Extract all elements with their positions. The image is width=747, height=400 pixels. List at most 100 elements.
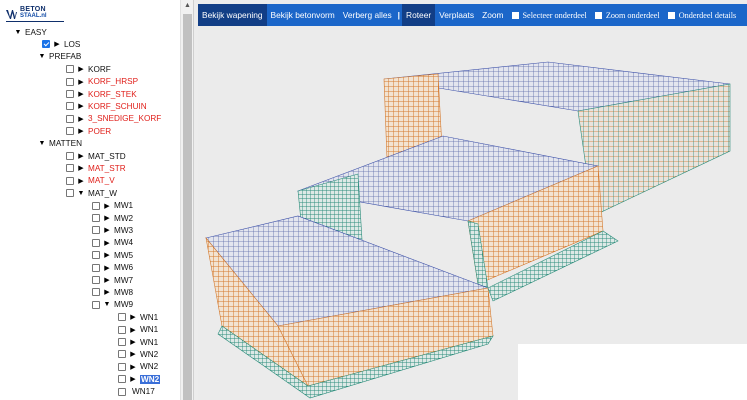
tree-item[interactable]: ▶ MW3 [92, 224, 133, 236]
betonstaal-logo[interactable]: BETON STAAL.nl [6, 5, 64, 22]
tree-item-label[interactable]: PREFAB [49, 52, 81, 61]
tree-item-label[interactable]: MAT_STD [88, 152, 126, 161]
view-concrete-button[interactable]: Bekijk betonvorm [267, 4, 339, 26]
collapsed-caret-icon[interactable]: ▶ [103, 226, 111, 234]
rotate-button[interactable]: Roteer [402, 4, 436, 26]
tree-item-label[interactable]: MW6 [114, 263, 133, 272]
tree-item-label[interactable]: 3_SNEDIGE_KORF [88, 114, 161, 123]
tree-item-label[interactable]: KORF_HRSP [88, 77, 138, 86]
tree-item[interactable]: ▼ MAT_W [66, 187, 117, 199]
tree-item-checkbox[interactable] [92, 300, 100, 309]
tree-item-checkbox[interactable] [66, 90, 74, 98]
tree-item[interactable]: ▶ 3_SNEDIGE_KORF [66, 113, 161, 125]
tree-item-label[interactable]: EASY [25, 28, 47, 37]
expanded-caret-icon[interactable]: ▼ [77, 190, 85, 197]
tree-item[interactable]: ▶ MW5 [92, 249, 133, 261]
tree-item-checkbox[interactable] [118, 325, 126, 334]
collapsed-caret-icon[interactable]: ▶ [129, 363, 137, 371]
scrollbar-thumb[interactable] [183, 14, 192, 400]
tree-item-checkbox[interactable] [92, 214, 100, 222]
tree-item[interactable]: ▼ MW9 [92, 299, 133, 311]
collapsed-caret-icon[interactable]: ▶ [103, 239, 111, 247]
collapsed-caret-icon[interactable]: ▶ [103, 264, 111, 272]
tree-item-checkbox[interactable] [118, 313, 126, 322]
collapsed-caret-icon[interactable]: ▶ [129, 375, 137, 383]
tree-item-checkbox[interactable] [66, 152, 74, 160]
tree-item-label[interactable]: POER [88, 127, 111, 136]
collapsed-caret-icon[interactable]: ▶ [77, 90, 85, 98]
tree-item[interactable]: ▶ KORF_STEK [66, 88, 137, 100]
collapsed-caret-icon[interactable]: ▶ [103, 251, 111, 259]
tree-item-checkbox[interactable] [92, 288, 100, 297]
tree-item-checkbox[interactable] [92, 276, 100, 284]
part-details-checkbox[interactable]: Onderdeel details [664, 4, 741, 26]
collapsed-caret-icon[interactable]: ▶ [77, 65, 85, 73]
tree-item-label[interactable]: MW2 [114, 214, 133, 223]
tree-item[interactable]: ▶ WN1 [118, 311, 158, 323]
sidebar-scrollbar[interactable]: ▲ [180, 0, 193, 400]
tree-item-label[interactable]: MAT_V [88, 176, 115, 185]
tree-item-label[interactable]: MW1 [114, 201, 133, 210]
tree-item-label[interactable]: WN1 [140, 325, 158, 334]
collapsed-caret-icon[interactable]: ▶ [77, 78, 85, 86]
tree-item[interactable]: ▼ EASY [14, 26, 47, 38]
collapsed-caret-icon[interactable]: ▶ [103, 202, 111, 210]
expanded-caret-icon[interactable]: ▼ [38, 53, 46, 60]
tree-item[interactable]: ▶ WN2 [118, 361, 158, 373]
tree-item-label[interactable]: MATTEN [49, 139, 82, 148]
tree-item-checkbox[interactable] [92, 263, 100, 272]
tree-item-label[interactable]: MW9 [114, 300, 133, 309]
tree-item-checkbox[interactable] [92, 238, 100, 247]
tree-item-checkbox[interactable] [118, 387, 126, 396]
tree-item-label[interactable]: WN2 [140, 350, 158, 359]
tree-item-label[interactable]: MW3 [114, 226, 133, 235]
collapsed-caret-icon[interactable]: ▶ [77, 127, 85, 135]
tree-item-label[interactable]: KORF [88, 65, 111, 74]
tree-item[interactable]: ▶ KORF [66, 63, 111, 75]
view-rebar-button[interactable]: Bekijk wapening [198, 4, 267, 26]
tree-item-checkbox[interactable] [92, 226, 100, 235]
tree-item-label[interactable]: MW5 [114, 251, 133, 260]
tree-item[interactable]: ▶ MW7 [92, 274, 133, 286]
collapsed-caret-icon[interactable]: ▶ [53, 40, 61, 48]
expanded-caret-icon[interactable]: ▼ [38, 140, 46, 147]
tree-item-label[interactable]: KORF_STEK [88, 90, 137, 99]
collapsed-caret-icon[interactable]: ▶ [129, 326, 137, 334]
tree-item[interactable]: ▶ MW8 [92, 286, 133, 298]
3d-viewport[interactable] [198, 26, 747, 400]
tree-item-checkbox[interactable] [92, 251, 100, 260]
tree-item-label[interactable]: MW4 [114, 238, 133, 247]
pan-button[interactable]: Verplaats [435, 4, 478, 26]
collapsed-caret-icon[interactable]: ▶ [77, 152, 85, 160]
tree-item-label[interactable]: MW7 [114, 276, 133, 285]
collapsed-caret-icon[interactable]: ▶ [129, 313, 137, 321]
tree-item-label[interactable]: WN2 [140, 362, 158, 371]
checkbox-box[interactable] [667, 11, 675, 19]
checkbox-box[interactable] [594, 11, 602, 19]
collapsed-caret-icon[interactable]: ▶ [103, 214, 111, 222]
tree-item[interactable]: WN17 [118, 386, 155, 398]
tree-item-checkbox[interactable] [118, 350, 126, 359]
scroll-up-icon[interactable]: ▲ [184, 2, 191, 9]
tree-item-label[interactable]: MAT_STR [88, 164, 126, 173]
expanded-caret-icon[interactable]: ▼ [14, 29, 22, 36]
tree-item-checkbox[interactable] [42, 40, 50, 49]
tree-item-checkbox[interactable] [66, 102, 74, 111]
collapsed-caret-icon[interactable]: ▶ [77, 177, 85, 185]
collapsed-caret-icon[interactable]: ▶ [77, 115, 85, 123]
tree-item-checkbox[interactable] [66, 77, 74, 86]
collapsed-caret-icon[interactable]: ▶ [129, 350, 137, 358]
tree-item-checkbox[interactable] [118, 362, 126, 371]
zoom-button[interactable]: Zoom [478, 4, 507, 26]
tree-item[interactable]: ▶ MW4 [92, 237, 133, 249]
tree-item-label[interactable]: WN1 [140, 313, 158, 322]
tree-item-checkbox[interactable] [66, 114, 74, 123]
collapsed-caret-icon[interactable]: ▶ [103, 276, 111, 284]
tree-item-label[interactable]: LOS [64, 40, 80, 49]
tree-item-checkbox[interactable] [66, 189, 74, 198]
collapsed-caret-icon[interactable]: ▶ [77, 102, 85, 110]
tree-item[interactable]: ▶ MW2 [92, 212, 133, 224]
tree-item-label[interactable]: WN1 [140, 338, 158, 347]
tree-item-checkbox[interactable] [66, 65, 74, 74]
tree-item-label[interactable]: MW8 [114, 288, 133, 297]
